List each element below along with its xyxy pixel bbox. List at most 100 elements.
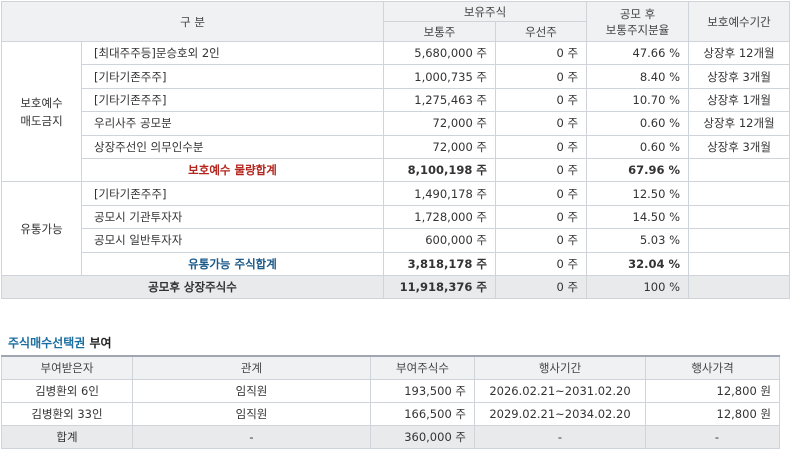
header-grantee: 부여받은자 (1, 355, 133, 380)
preferred-cell: 0 주 (495, 87, 588, 113)
common-cell: 1,490,178 주 (383, 181, 497, 206)
preferred-cell: 0 주 (495, 40, 588, 66)
common-cell: 72,000 주 (383, 111, 497, 136)
ratio-cell: 5.03 % (586, 228, 690, 253)
subtotal-label: 유통가능 주식합계 (80, 251, 385, 276)
period-cell: 2029.02.21~2034.02.20 (474, 402, 646, 426)
table-row-total: 합계 - 360,000 주 - - (1, 425, 780, 449)
header-exercise-period: 행사기간 (474, 355, 646, 380)
grantee-cell: 합계 (1, 425, 133, 449)
holder-cell: [기타기존주주] (80, 64, 385, 89)
empty-cell (688, 274, 790, 300)
table-row: 우리사주 공모분 72,000 주 0 주 0.60 % 상장후 12개월 (2, 111, 790, 136)
header-holdings: 보유주식 (383, 1, 588, 22)
holder-cell: [기타기존주주] (80, 87, 385, 113)
table-row: 공모시 일반투자자 600,000 주 0 주 5.03 % (2, 228, 790, 253)
group-label-line2: 매도금지 (20, 113, 63, 128)
section-title-rest: 부여 (85, 336, 112, 350)
table-row: 김병환외 6인 임직원 193,500 주 2026.02.21~2031.02… (1, 379, 780, 403)
holder-cell: 우리사주 공모분 (80, 111, 385, 136)
subtotal-ratio: 67.96 % (586, 157, 690, 183)
ratio-cell: 14.50 % (586, 204, 690, 230)
subtotal-common: 8,100,198 주 (383, 157, 497, 183)
total-row: 공모후 상장주식수 11,918,376 주 0 주 100 % (0, 274, 790, 300)
header-category: 구 분 (0, 1, 385, 42)
common-cell: 1,275,463 주 (383, 87, 497, 113)
preferred-cell: 0 주 (495, 134, 588, 159)
common-cell: 600,000 주 (383, 228, 497, 253)
period-cell: 상장후 3개월 (688, 64, 790, 89)
table-row: 공모시 기관투자자 1,728,000 주 0 주 14.50 % (2, 204, 790, 230)
table-row: [기타기존주주] 1,000,735 주 0 주 8.40 % 상장후 3개월 (2, 64, 790, 89)
grantee-cell: 김병환외 33인 (1, 402, 133, 426)
table-row: [기타기존주주] 1,275,463 주 0 주 10.70 % 상장후 1개월 (2, 87, 790, 113)
shares-cell: 166,500 주 (370, 402, 475, 426)
group-label-lockup: 보호예수 매도금지 (1, 40, 82, 183)
price-cell: - (645, 425, 780, 449)
holder-cell: [최대주주등]문승호외 2인 (80, 40, 385, 66)
period-cell: 상장후 3개월 (688, 134, 790, 159)
empty-cell (688, 251, 790, 276)
holder-cell: 공모시 일반투자자 (80, 228, 385, 253)
ratio-cell: 0.60 % (586, 111, 690, 136)
stock-option-table: 부여받은자 관계 부여주식수 행사기간 행사가격 김병환외 6인 임직원 193… (1, 355, 780, 449)
common-cell: 5,680,000 주 (383, 40, 497, 66)
section-title: 주식매수선택권 부여 (8, 334, 112, 351)
subtotal-row-tradable: 유통가능 주식합계 3,818,178 주 0 주 32.04 % (2, 251, 790, 276)
ratio-cell: 47.66 % (586, 40, 690, 66)
ratio-cell: 10.70 % (586, 87, 690, 113)
table-row: 김병환외 33인 임직원 166,500 주 2029.02.21~2034.0… (1, 402, 780, 426)
header-exercise-price: 행사가격 (645, 355, 780, 380)
common-cell: 72,000 주 (383, 134, 497, 159)
holder-cell: 공모시 기관투자자 (80, 204, 385, 230)
period-cell: 2026.02.21~2031.02.20 (474, 379, 646, 403)
preferred-cell: 0 주 (495, 204, 588, 230)
period-cell: - (474, 425, 646, 449)
group-label-line1: 보호예수 (20, 95, 63, 110)
subtotal-ratio: 32.04 % (586, 251, 690, 276)
total-label: 공모후 상장주식수 (0, 274, 385, 300)
period-cell: 상장후 12개월 (688, 40, 790, 66)
holder-cell: 상장주선인 의무인수분 (80, 134, 385, 159)
empty-cell (688, 204, 790, 230)
preferred-cell: 0 주 (495, 64, 588, 89)
subtotal-common: 3,818,178 주 (383, 251, 497, 276)
relation-cell: 임직원 (132, 402, 371, 426)
common-cell: 1,000,735 주 (383, 64, 497, 89)
empty-cell (688, 157, 790, 183)
lockup-table: 구 분 보유주식 공모 후 보통주지분율 보호예수기간 보통주 우선주 보호예수… (0, 1, 790, 300)
header-relation: 관계 (132, 355, 371, 380)
subtotal-label: 보호예수 물량합계 (80, 157, 385, 183)
header-granted-shares: 부여주식수 (370, 355, 475, 380)
preferred-cell: 0 주 (495, 181, 588, 206)
table-row: 상장주선인 의무인수분 72,000 주 0 주 0.60 % 상장후 3개월 (2, 134, 790, 159)
period-cell: 상장후 1개월 (688, 87, 790, 113)
total-preferred: 0 주 (495, 274, 588, 300)
empty-cell (688, 228, 790, 253)
ratio-cell: 12.50 % (586, 181, 690, 206)
subtotal-row-lockup: 보호예수 물량합계 8,100,198 주 0 주 67.96 % (2, 157, 790, 183)
period-cell: 상장후 12개월 (688, 111, 790, 136)
ratio-cell: 8.40 % (586, 64, 690, 89)
total-common: 11,918,376 주 (383, 274, 497, 300)
group-label-tradable: 유통가능 (1, 181, 82, 276)
table-row: 보호예수 매도금지 [최대주주등]문승호외 2인 5,680,000 주 0 주… (1, 40, 790, 183)
shares-cell: 360,000 주 (370, 425, 475, 449)
total-ratio: 100 % (586, 274, 690, 300)
empty-cell (688, 181, 790, 206)
header-common: 보통주 (383, 21, 497, 42)
header-preferred: 우선주 (495, 21, 588, 42)
holder-cell: [기타기존주주] (80, 181, 385, 206)
grantee-cell: 김병환외 6인 (1, 379, 133, 403)
header-ratio-line1: 공모 후 (619, 6, 656, 21)
shares-cell: 193,500 주 (370, 379, 475, 403)
header-ratio: 공모 후 보통주지분율 (586, 1, 690, 42)
preferred-cell: 0 주 (495, 111, 588, 136)
price-cell: 12,800 원 (645, 402, 780, 426)
relation-cell: - (132, 425, 371, 449)
relation-cell: 임직원 (132, 379, 371, 403)
price-cell: 12,800 원 (645, 379, 780, 403)
common-cell: 1,728,000 주 (383, 204, 497, 230)
section-title-highlight: 주식매수선택권 (8, 336, 86, 350)
subtotal-preferred: 0 주 (495, 157, 588, 183)
